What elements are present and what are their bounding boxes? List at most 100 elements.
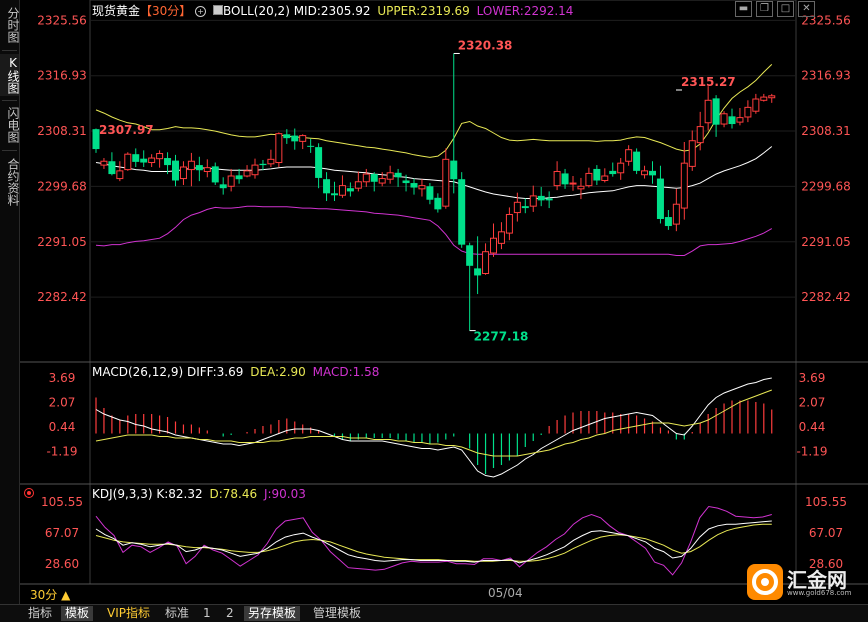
candle-body-down <box>712 98 720 125</box>
price-tick-label-left: 2325.56 <box>37 13 87 27</box>
candle-body-up <box>617 162 625 174</box>
candle-body-up <box>243 170 251 177</box>
candle-body-down <box>537 195 545 201</box>
candle-body-down <box>235 175 243 180</box>
candle-body-up <box>505 213 513 234</box>
price-tick-label-right: 2291.05 <box>801 235 851 249</box>
period-selector[interactable]: 30分 ▲ <box>30 586 70 603</box>
boll-upper-value: UPPER:2319.69 <box>377 4 470 18</box>
kdj-k-line <box>95 520 772 564</box>
tab-layout-1[interactable]: 1 <box>199 606 215 621</box>
candle-body-up <box>251 164 259 176</box>
chart-canvas[interactable]: 2325.56 2325.562316.93 2316.932308.31 2308.… <box>0 0 868 604</box>
candle-body-down <box>140 158 148 163</box>
candle-body-down <box>307 145 315 147</box>
candle-body-up <box>760 96 768 101</box>
chart-header: 现货黄金【30分】 + BOLL(20,2) MID:2305.92 UPPER… <box>92 2 573 19</box>
candle-body-up <box>187 160 195 171</box>
candle-body-down <box>410 183 418 188</box>
candle-body-up <box>720 113 728 125</box>
candle-body-down <box>545 198 553 201</box>
circle-plus-icon[interactable]: + <box>195 6 207 17</box>
candle-body-down <box>323 179 331 194</box>
candle-body-up <box>585 172 593 187</box>
candle-body-down <box>211 166 219 183</box>
bottom-toolbar: 指标 模板 VIP指标 标准 1 2 另存模板 管理模板 <box>0 604 868 622</box>
period-tag[interactable]: 【30分】 <box>140 4 191 18</box>
candle-body-up <box>267 158 275 165</box>
candle-body-up <box>768 95 776 99</box>
candle-body-down <box>291 135 299 142</box>
low-price-label: 2277.18 <box>474 330 529 344</box>
tab-templates[interactable]: 模板 <box>61 606 94 621</box>
candle-body-down <box>283 134 291 139</box>
candle-body-down <box>466 245 474 266</box>
restore-icon[interactable]: ❐ <box>756 1 773 17</box>
macd-tick-label-left: 0.44 <box>49 420 76 434</box>
price-tick-label-right: 2308.31 <box>801 124 851 138</box>
candle-body-up <box>227 175 235 187</box>
boll-mid-line <box>95 146 773 199</box>
boll-lower-line <box>95 205 773 256</box>
kdj-label[interactable]: KDJ(9,3,3) <box>92 487 153 501</box>
candle-body-up <box>680 162 688 209</box>
candle-body-down <box>402 180 410 184</box>
candle-body-down <box>164 158 172 166</box>
high-price-label: 2320.38 <box>458 38 513 52</box>
candle-body-up <box>625 149 633 162</box>
candle-body-up <box>490 237 497 254</box>
price-tick-label-right: 2299.68 <box>801 179 851 193</box>
candle-body-up <box>386 172 394 180</box>
macd-tick-label-left: -1.19 <box>46 444 77 458</box>
macd-label[interactable]: MACD(26,12,9) <box>92 365 183 379</box>
price-tick-label-right: 2316.93 <box>801 69 851 83</box>
kdj-j-value: J:90.03 <box>263 487 306 501</box>
candle-body-up <box>299 135 307 142</box>
macd-dea-line <box>95 389 772 457</box>
candle-body-down <box>370 174 378 182</box>
candle-body-up <box>156 153 164 160</box>
candle-body-down <box>458 179 466 245</box>
candle-body-up <box>529 195 537 207</box>
price-tick-label-left: 2291.05 <box>37 235 87 249</box>
boll-label[interactable]: BOLL(20,2) <box>223 4 290 18</box>
macd-tick-label-right: 2.07 <box>799 395 826 409</box>
candle-body-down <box>219 184 227 189</box>
candle-body-up <box>497 231 505 244</box>
kdj-tick-label-left: 28.60 <box>45 557 79 571</box>
macd-tick-label-right: -1.19 <box>796 444 827 458</box>
x-axis-date-label: 05/04 <box>488 586 523 600</box>
candle-body-up <box>672 203 680 225</box>
right-price-label: 2315.27 <box>681 75 736 89</box>
save-template-button[interactable]: 另存模板 <box>244 606 301 621</box>
kdj-d-value: D:78.46 <box>209 487 258 501</box>
target-icon[interactable] <box>24 488 34 498</box>
tab-vip-indicators[interactable]: VIP指标 <box>103 606 154 621</box>
left-price-label: 2307.97 <box>99 123 154 137</box>
logo-url: www.gold678.com <box>787 589 852 597</box>
tab-standard[interactable]: 标准 <box>161 606 193 621</box>
tab-layout-2[interactable]: 2 <box>222 606 238 621</box>
price-tick-label-right: 2282.42 <box>801 290 851 304</box>
candle-body-down <box>108 161 116 175</box>
kdj-header: KDJ(9,3,3) K:82.32 D:78.46 J:90.03 <box>92 487 306 501</box>
candle-body-up <box>704 99 712 124</box>
candle-body-up <box>442 158 450 207</box>
macd-tick-label-left: 2.07 <box>49 395 76 409</box>
kdj-k-value: K:82.32 <box>156 487 203 501</box>
minimize-icon[interactable]: ▬ <box>735 1 752 17</box>
manage-templates-button[interactable]: 管理模板 <box>309 606 365 621</box>
candle-body-up <box>354 181 362 189</box>
tab-indicators[interactable]: 指标 <box>24 606 56 621</box>
candle-body-up <box>482 251 490 275</box>
candle-body-up <box>179 166 187 180</box>
candle-body-up <box>577 185 585 190</box>
maximize-icon[interactable]: □ <box>777 1 794 17</box>
macd-diff-value: DIFF:3.69 <box>186 365 244 379</box>
close-icon[interactable]: ✕ <box>798 1 815 17</box>
candle-body-up <box>752 98 760 112</box>
candle-body-down <box>474 268 482 276</box>
macd-value: MACD:1.58 <box>312 365 380 379</box>
candle-body-up <box>116 170 124 180</box>
candle-body-up <box>553 171 561 187</box>
